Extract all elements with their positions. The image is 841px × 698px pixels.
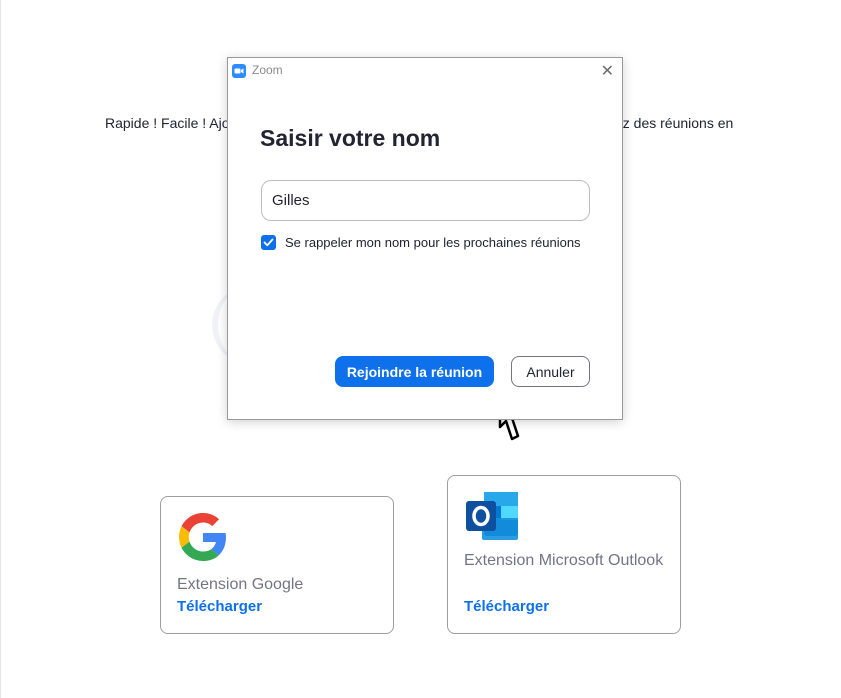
google-g-icon	[179, 513, 226, 561]
download-link-google[interactable]: Télécharger	[177, 598, 262, 615]
join-name-dialog: Zoom ✕ Saisir votre nom Se rappeler mon …	[227, 57, 623, 420]
dialog-heading: Saisir votre nom	[260, 125, 441, 151]
extension-title: Extension Microsoft Outlook	[464, 552, 664, 569]
extension-title: Extension Google	[177, 576, 304, 593]
name-input[interactable]	[261, 180, 590, 221]
cancel-button[interactable]: Annuler	[511, 356, 590, 387]
window-title: Zoom	[252, 63, 283, 77]
intro-text-right: ez des réunions en	[615, 115, 734, 131]
page-border	[0, 0, 1, 698]
checkmark-icon	[263, 238, 274, 247]
outlook-extension-card: Extension Microsoft Outlook Télécharger	[447, 475, 681, 634]
zoom-app-icon	[232, 64, 246, 78]
remember-name-row: Se rappeler mon nom pour les prochaines …	[261, 235, 581, 250]
dialog-titlebar: Zoom ✕	[228, 58, 622, 84]
close-icon[interactable]: ✕	[601, 61, 614, 81]
google-extension-card: Extension Google Télécharger	[160, 496, 394, 634]
download-link-outlook[interactable]: Télécharger	[464, 598, 549, 615]
join-meeting-button[interactable]: Rejoindre la réunion	[335, 356, 494, 387]
remember-name-checkbox[interactable]	[261, 235, 276, 250]
remember-name-label: Se rappeler mon nom pour les prochaines …	[285, 235, 581, 250]
intro-text-left: Rapide ! Facile ! Ajou	[105, 115, 238, 131]
outlook-icon	[466, 492, 518, 540]
